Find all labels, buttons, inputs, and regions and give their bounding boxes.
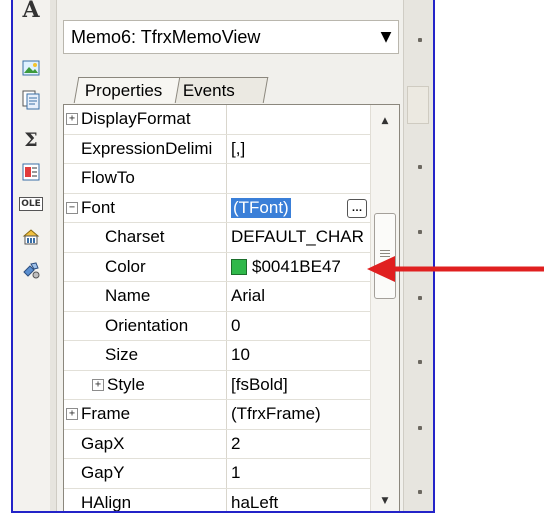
splitter-grip[interactable] — [407, 86, 429, 124]
collapse-minus-icon[interactable]: − — [66, 201, 78, 214]
property-value: DEFAULT_CHAR — [231, 227, 364, 247]
tab-events[interactable]: Events — [171, 77, 269, 103]
property-name: DisplayFormat — [81, 109, 191, 129]
property-row-style[interactable]: + Style [fsBold] — [64, 370, 371, 400]
text-object-icon[interactable]: A — [19, 0, 43, 23]
property-name: Orientation — [105, 315, 189, 335]
dropdown-arrow-icon[interactable]: ▼ — [374, 22, 398, 52]
property-grid: + DisplayFormat ExpressionDelimi [,] Flow… — [63, 104, 400, 512]
object-selector-combo[interactable]: Memo6: TfrxMemoView ▼ — [63, 20, 399, 54]
property-value: [fsBold] — [231, 374, 288, 394]
property-name: FlowTo — [81, 168, 135, 188]
property-name: Size — [105, 345, 139, 365]
property-name: Charset — [105, 227, 165, 247]
property-grid-scrollbar[interactable]: ▲ ▼ — [370, 105, 399, 511]
property-value: [,] — [231, 138, 246, 158]
property-row-halign[interactable]: HAlign haLeft — [64, 488, 371, 512]
ole-object-icon[interactable]: OLE — [19, 192, 43, 216]
expand-plus-icon[interactable]: + — [66, 408, 78, 421]
property-value: 1 — [231, 463, 241, 483]
scroll-down-icon[interactable]: ▼ — [371, 489, 399, 511]
expand-plus-icon[interactable]: + — [66, 113, 78, 126]
property-value: $0041BE47 — [252, 256, 341, 276]
property-row-flowto[interactable]: FlowTo — [64, 164, 371, 194]
object-selector-value: Memo6: TfrxMemoView — [71, 26, 261, 47]
property-value: (TfrxFrame) — [231, 404, 321, 424]
property-name: ExpressionDelimi — [81, 138, 213, 158]
property-value: Arial — [231, 286, 266, 306]
tools-icon[interactable] — [19, 258, 43, 282]
property-list: + DisplayFormat ExpressionDelimi [,] Flow… — [64, 105, 371, 512]
property-row-gapy[interactable]: GapY 1 — [64, 459, 371, 489]
toolbar-splitter[interactable] — [50, 0, 57, 511]
property-value: 2 — [231, 433, 241, 453]
system-text-icon[interactable] — [19, 160, 43, 184]
property-row-expressiondelimiters[interactable]: ExpressionDelimi [,] — [64, 134, 371, 164]
picture-object-icon[interactable] — [19, 56, 43, 80]
expand-plus-icon[interactable]: + — [92, 378, 104, 391]
object-toolbar: A Σ OLE — [13, 0, 50, 511]
property-name: GapY — [81, 463, 125, 483]
property-value: haLeft — [231, 492, 279, 512]
property-value: 0 — [231, 315, 241, 335]
annotation-arrow-icon — [367, 256, 544, 282]
property-name: Frame — [81, 404, 131, 424]
property-row-displayformat[interactable]: + DisplayFormat — [64, 105, 371, 135]
object-inspector: Memo6: TfrxMemoView ▼ Properties Events … — [58, 0, 403, 512]
property-name: Font — [81, 197, 116, 217]
property-name: Style — [107, 374, 145, 394]
subreport-icon[interactable] — [19, 88, 43, 112]
property-row-size[interactable]: Size 10 — [64, 341, 371, 371]
property-name: Color — [105, 256, 146, 276]
property-name: Name — [105, 286, 151, 306]
property-value-selected[interactable]: (TFont) — [231, 197, 291, 218]
property-row-name[interactable]: Name Arial — [64, 282, 371, 312]
property-row-gapx[interactable]: GapX 2 — [64, 429, 371, 459]
color-swatch — [231, 258, 247, 275]
property-row-font[interactable]: − Font (TFont) … — [64, 193, 371, 223]
property-row-charset[interactable]: Charset DEFAULT_CHAR — [64, 223, 371, 253]
property-row-orientation[interactable]: Orientation 0 — [64, 311, 371, 341]
property-name: HAlign — [81, 492, 132, 512]
property-name: GapX — [81, 433, 125, 453]
tab-properties[interactable]: Properties — [73, 77, 181, 103]
property-row-color[interactable]: Color $0041BE47 — [64, 252, 371, 282]
scroll-up-icon[interactable]: ▲ — [371, 109, 399, 133]
property-row-frame[interactable]: + Frame (TfrxFrame) — [64, 400, 371, 430]
database-object-icon[interactable] — [19, 225, 43, 249]
property-value: 10 — [231, 345, 250, 365]
aggregate-sum-icon[interactable]: Σ — [19, 128, 43, 152]
ellipsis-button[interactable]: … — [347, 198, 367, 218]
